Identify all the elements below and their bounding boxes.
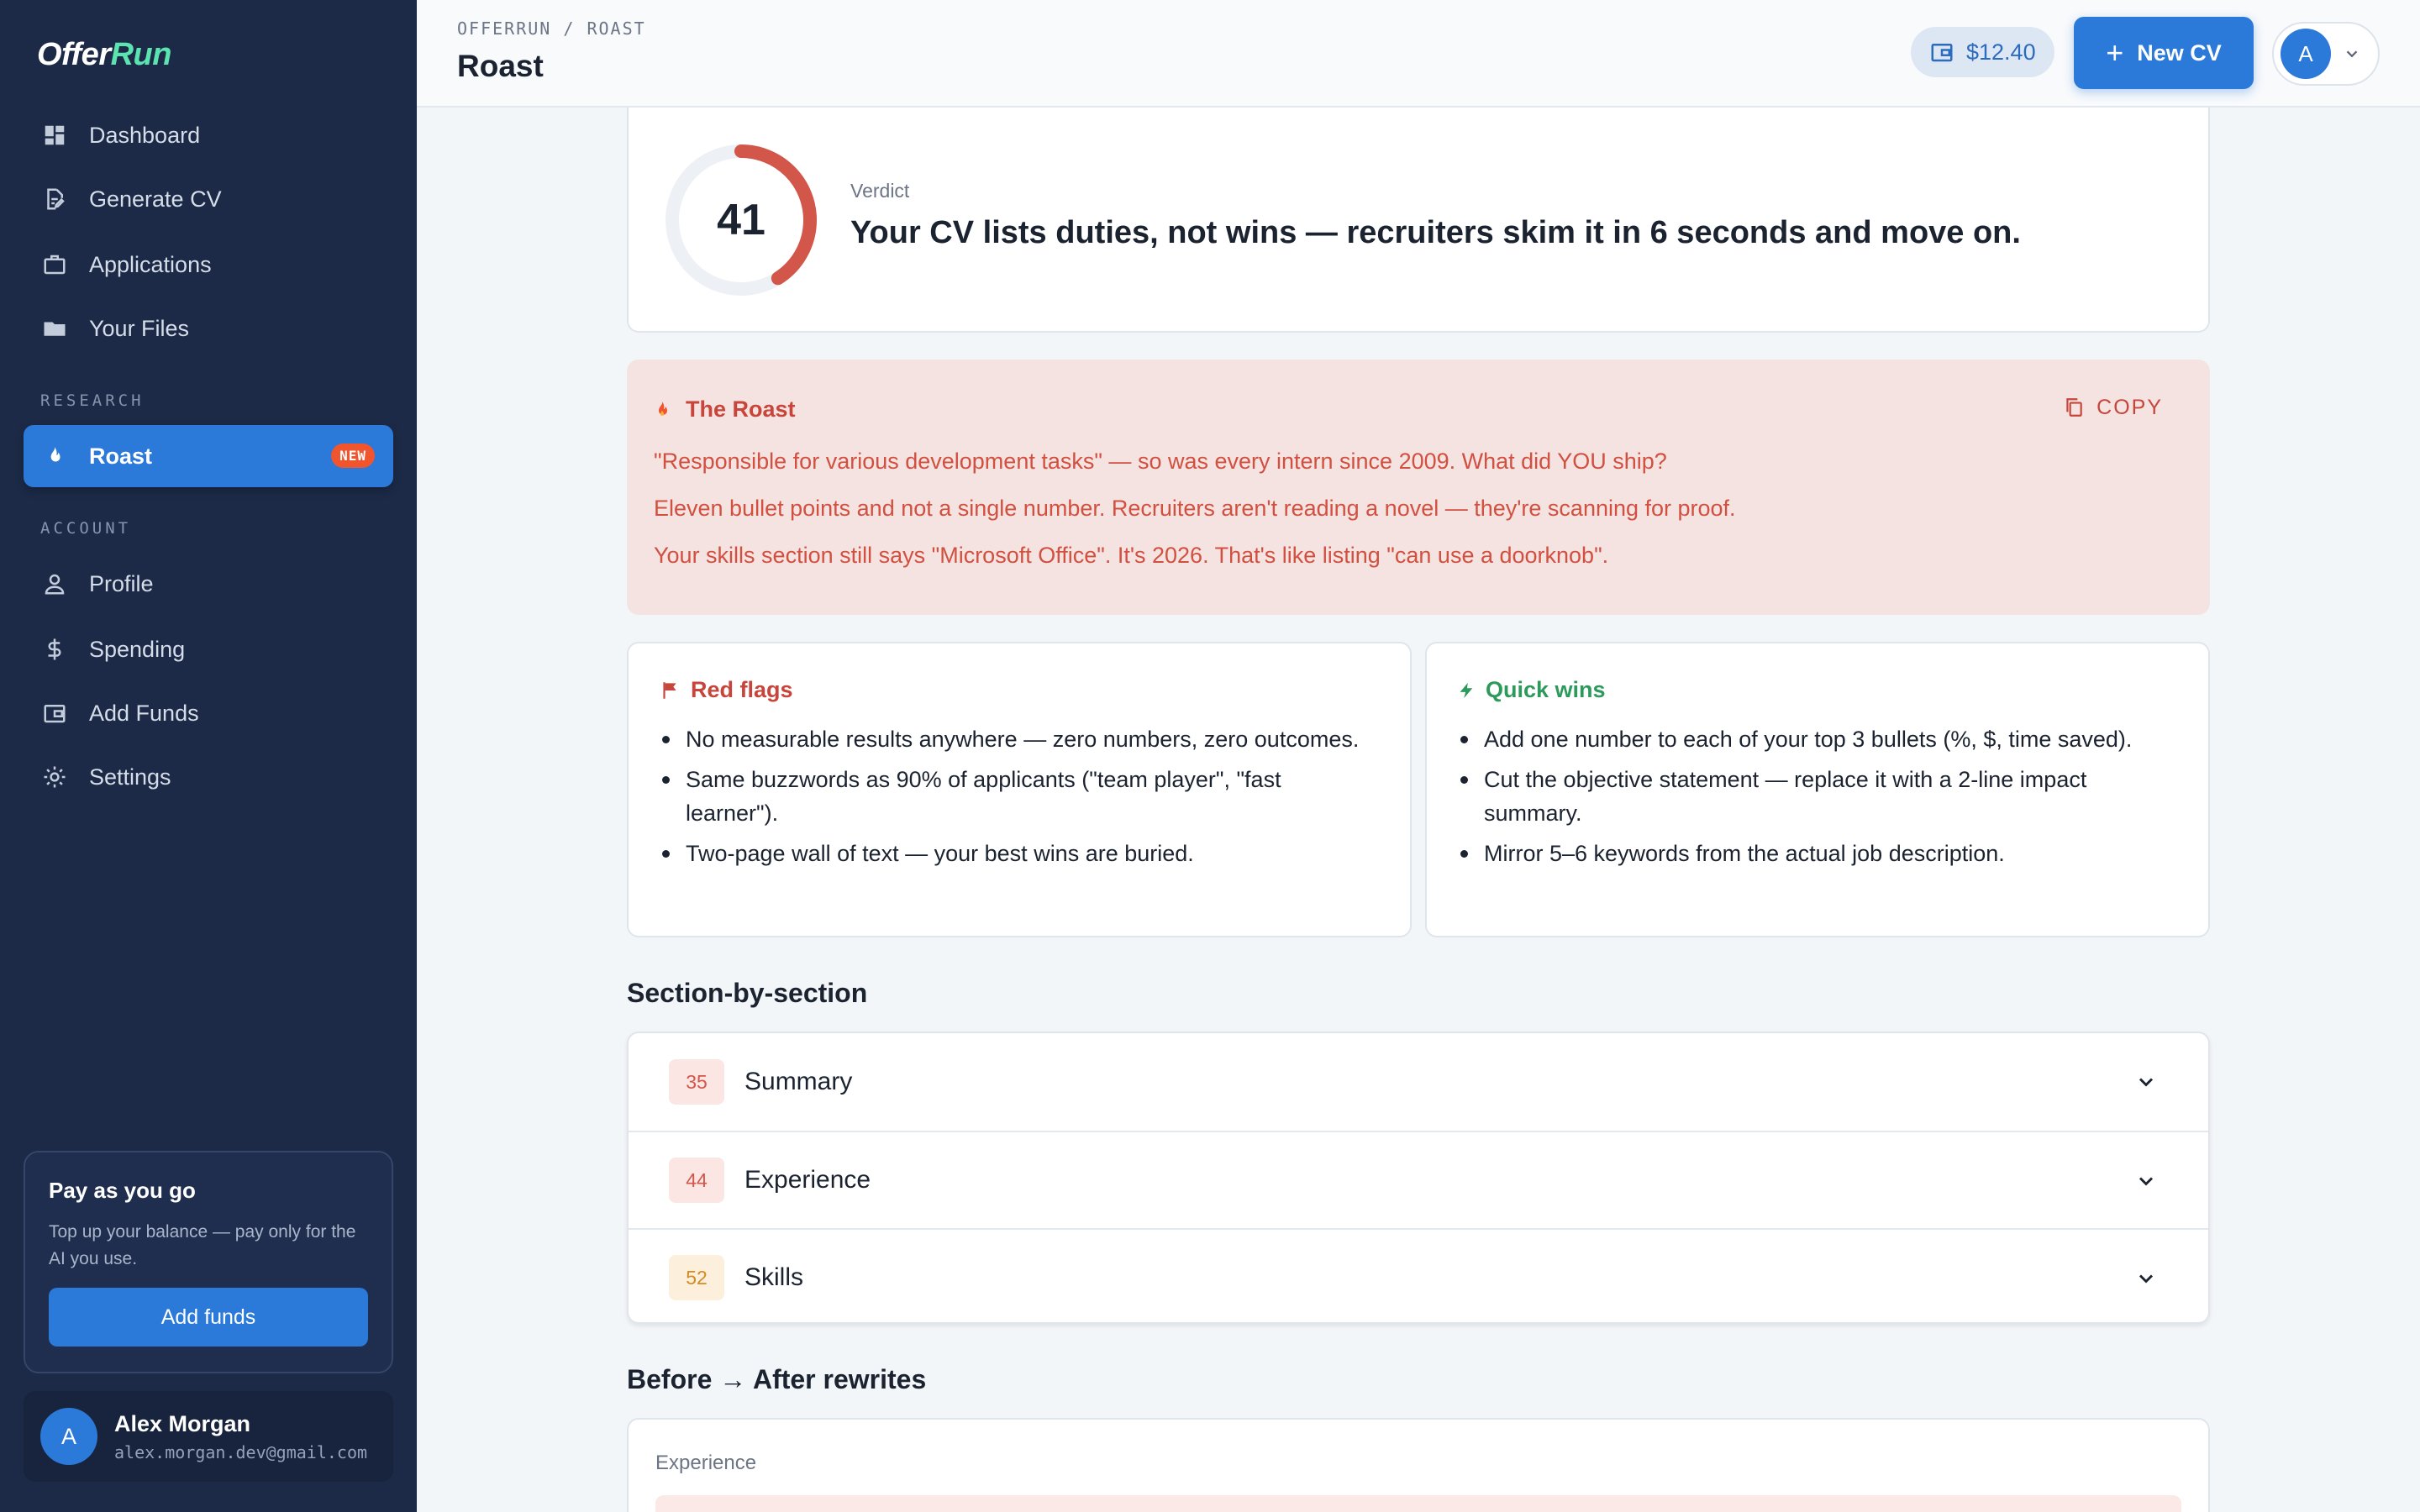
top-header: OFFERRUN / ROAST Roast $12.40 + New CV A (417, 0, 2420, 108)
sidebar-item-dashboard[interactable]: Dashboard (24, 104, 393, 166)
sidebar-item-add-funds[interactable]: Add Funds (24, 682, 393, 744)
sidebar-item-label: Spending (89, 636, 186, 662)
roast-card: The Roast COPY "Responsible for various … (627, 360, 2210, 615)
user-card[interactable]: A Alex Morgan alex.morgan.dev@gmail.com (24, 1391, 393, 1482)
red-flags-list: No measurable results anywhere — zero nu… (659, 722, 1376, 877)
sidebar-item-spending[interactable]: Spending (24, 618, 393, 680)
person-icon (40, 570, 69, 598)
sidebar-item-settings[interactable]: Settings (24, 746, 393, 808)
copy-button[interactable]: COPY (2063, 395, 2163, 420)
chevron-down-icon (2343, 45, 2361, 63)
folder-icon (40, 314, 69, 343)
briefcase-icon (40, 250, 69, 279)
app-logo[interactable]: OfferRun (37, 37, 171, 73)
rewrite-before-block (655, 1495, 2181, 1512)
wallet-icon (1929, 39, 1954, 65)
sidebar: OfferRun Dashboard Generate CV Applicati… (0, 0, 417, 1512)
user-email: alex.morgan.dev@gmail.com (114, 1441, 368, 1462)
chevron-down-icon (2134, 1169, 2158, 1193)
new-cv-button[interactable]: + New CV (2074, 17, 2254, 89)
new-badge: NEW (331, 444, 375, 468)
dashboard-icon (40, 121, 69, 150)
quick-wins-title: Quick wins (1457, 677, 1606, 703)
verdict-label: Verdict (850, 180, 910, 202)
user-name: Alex Morgan (114, 1410, 251, 1436)
roast-line: Eleven bullet points and not a single nu… (654, 496, 1736, 521)
sidebar-item-applications[interactable]: Applications (24, 234, 393, 296)
chevron-down-icon (2134, 1070, 2158, 1094)
list-item: No measurable results anywhere — zero nu… (659, 722, 1376, 756)
add-funds-button[interactable]: Add funds (49, 1288, 368, 1347)
sidebar-item-generate-cv[interactable]: Generate CV (24, 168, 393, 230)
avatar: A (40, 1408, 97, 1465)
sidebar-item-label: Generate CV (89, 186, 222, 212)
section-row-experience[interactable]: 44 Experience (629, 1131, 2208, 1228)
flag-icon (659, 679, 681, 702)
roast-title: The Roast (652, 396, 796, 423)
section-accordion: 35 Summary 44 Experience 52 Skills (627, 1032, 2210, 1324)
section-row-summary[interactable]: 35 Summary (629, 1033, 2208, 1131)
list-item: Add one number to each of your top 3 bul… (1457, 722, 2175, 756)
flame-icon (40, 442, 69, 470)
pay-as-you-go-card: Pay as you go Top up your balance — pay … (24, 1151, 393, 1373)
list-item: Same buzzwords as 90% of applicants ("te… (659, 763, 1376, 830)
user-menu[interactable]: A (2272, 22, 2380, 86)
sidebar-item-label: Your Files (89, 315, 190, 341)
section-label-account: ACCOUNT (40, 519, 132, 538)
sidebar-item-label: Applications (89, 251, 212, 277)
plus-icon: + (2106, 35, 2124, 70)
list-item: Mirror 5–6 keywords from the actual job … (1457, 837, 2175, 870)
dollar-icon (40, 635, 69, 664)
rewrites-heading: Before → After rewrites (627, 1364, 927, 1394)
sidebar-item-label: Dashboard (89, 122, 201, 148)
rewrite-section-label: Experience (655, 1452, 757, 1474)
sidebar-item-label: Settings (89, 764, 171, 790)
verdict-text: Your CV lists duties, not wins — recruit… (850, 215, 2021, 250)
section-by-section-heading: Section-by-section (627, 978, 868, 1008)
breadcrumb: OFFERRUN / ROAST (457, 18, 646, 39)
verdict-card: 41 Verdict Your CV lists duties, not win… (627, 108, 2210, 333)
chevron-down-icon (2134, 1267, 2158, 1290)
paycard-text: Top up your balance — pay only for the A… (49, 1222, 356, 1268)
copy-icon (2063, 395, 2085, 420)
verdict-score: 41 (717, 196, 765, 244)
wallet-icon (40, 699, 69, 727)
gear-icon (40, 763, 69, 791)
edit-document-icon (40, 185, 69, 213)
paycard-title: Pay as you go (49, 1178, 196, 1203)
flame-icon (652, 398, 672, 422)
section-score: 44 (669, 1158, 724, 1203)
red-flags-card: Red flags No measurable results anywhere… (627, 642, 1412, 937)
sidebar-item-roast[interactable]: Roast NEW (24, 425, 393, 487)
sidebar-item-label: Roast (89, 443, 153, 469)
roast-line: Your skills section still says "Microsof… (654, 543, 1609, 568)
rewrite-card: Experience (627, 1418, 2210, 1512)
section-label: Summary (744, 1068, 853, 1095)
red-flags-title: Red flags (659, 677, 793, 703)
section-row-skills[interactable]: 52 Skills (629, 1228, 2208, 1322)
page-title: Roast (457, 49, 544, 83)
roast-line: "Responsible for various development tas… (654, 449, 1667, 474)
balance-amount: $12.40 (1966, 39, 2036, 65)
balance-badge[interactable]: $12.40 (1911, 27, 2054, 77)
quick-wins-list: Add one number to each of your top 3 bul… (1457, 722, 2175, 877)
list-item: Cut the objective statement — replace it… (1457, 763, 2175, 830)
section-label: Experience (744, 1166, 871, 1194)
section-label: Skills (744, 1263, 804, 1291)
lightning-icon (1457, 678, 1476, 703)
sidebar-item-label: Profile (89, 570, 154, 596)
section-score: 52 (669, 1255, 724, 1300)
new-cv-label: New CV (2137, 39, 2222, 66)
sidebar-item-profile[interactable]: Profile (24, 553, 393, 615)
sidebar-item-your-files[interactable]: Your Files (24, 297, 393, 360)
sidebar-item-label: Add Funds (89, 700, 199, 726)
list-item: Two-page wall of text — your best wins a… (659, 837, 1376, 870)
avatar: A (2281, 29, 2331, 79)
quick-wins-card: Quick wins Add one number to each of you… (1425, 642, 2210, 937)
section-label-research: RESEARCH (40, 391, 145, 410)
section-score: 35 (669, 1059, 724, 1105)
